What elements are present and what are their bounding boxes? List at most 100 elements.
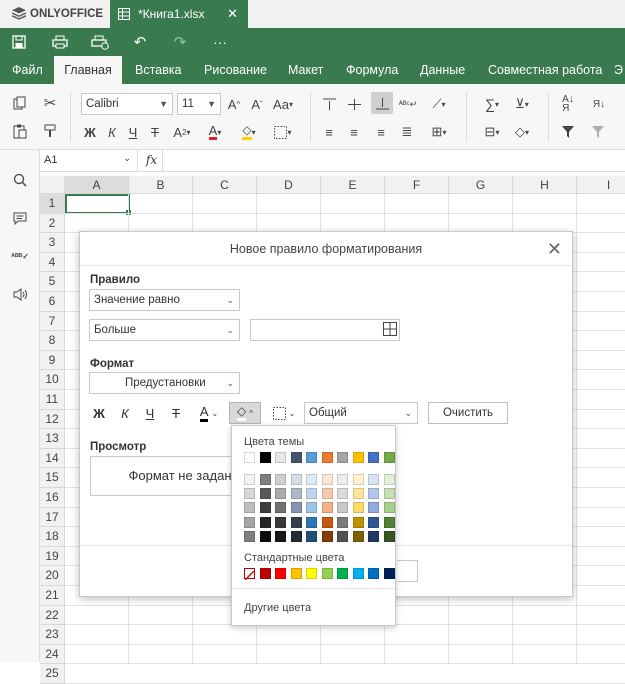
insert-function-icon[interactable]: fx xyxy=(141,150,163,171)
theme-color-swatch[interactable] xyxy=(383,452,395,463)
more-colors-item[interactable]: Другие цвета xyxy=(244,602,311,614)
row-header[interactable]: 24 xyxy=(40,644,65,665)
row-header[interactable]: 19 xyxy=(40,546,65,567)
presets-combo[interactable]: Предустановки ⌄ xyxy=(89,372,240,394)
column-header[interactable]: I xyxy=(577,176,625,194)
align-top-icon[interactable] xyxy=(321,94,337,114)
theme-shade-swatch[interactable] xyxy=(244,488,255,500)
theme-color-swatch[interactable] xyxy=(352,452,364,463)
redo-icon[interactable]: ↷ xyxy=(170,33,190,51)
merge-cells-icon[interactable]: ⊞ ▾ xyxy=(425,122,453,142)
increase-font-icon[interactable]: A ^ xyxy=(226,94,242,114)
bold-icon[interactable]: Ж xyxy=(82,122,98,142)
comments-icon[interactable] xyxy=(10,208,30,228)
row-header[interactable]: 25 xyxy=(40,664,65,684)
theme-shade-swatch[interactable] xyxy=(383,530,395,542)
standard-color-swatch[interactable] xyxy=(321,568,333,579)
theme-shade-swatch[interactable] xyxy=(321,516,333,528)
borders-icon[interactable]: ▾ xyxy=(270,122,296,142)
theme-shade-swatch[interactable] xyxy=(275,530,286,542)
underline-icon[interactable]: Ч xyxy=(142,402,158,424)
condition-combo[interactable]: Больше ⌄ xyxy=(89,319,240,341)
selected-cell[interactable] xyxy=(65,194,130,214)
theme-shade-swatch[interactable] xyxy=(275,502,286,514)
theme-shade-swatch[interactable] xyxy=(290,530,302,542)
standard-color-swatch[interactable] xyxy=(352,568,364,579)
theme-shade-swatch[interactable] xyxy=(259,516,271,528)
close-tab-icon[interactable]: ✕ xyxy=(227,6,238,22)
theme-shade-swatch[interactable] xyxy=(321,488,333,500)
fill-color-icon[interactable]: ◇ ^ xyxy=(229,402,261,424)
theme-shade-swatch[interactable] xyxy=(368,516,379,528)
speaker-icon[interactable] xyxy=(10,284,30,304)
theme-color-swatch[interactable] xyxy=(306,452,317,463)
strikethrough-icon[interactable]: Т xyxy=(147,122,163,142)
theme-shade-swatch[interactable] xyxy=(337,516,348,528)
theme-color-swatch[interactable] xyxy=(368,452,379,463)
column-header[interactable]: B xyxy=(129,176,193,194)
number-format-combo[interactable]: Общий ⌄ xyxy=(304,402,418,424)
align-middle-icon[interactable] xyxy=(346,94,362,114)
font-color-icon[interactable]: A ▾ xyxy=(202,122,228,142)
italic-icon[interactable]: К xyxy=(104,122,120,142)
decrease-font-icon[interactable]: Aˇ xyxy=(249,94,265,114)
theme-shade-swatch[interactable] xyxy=(337,474,348,485)
menu-draw[interactable]: Рисование xyxy=(204,56,267,84)
row-header[interactable]: 9 xyxy=(40,350,65,371)
cut-icon[interactable]: ✂ xyxy=(40,93,60,113)
theme-shade-swatch[interactable] xyxy=(259,488,271,500)
theme-shade-swatch[interactable] xyxy=(290,502,302,514)
menu-view[interactable]: Э xyxy=(614,56,623,84)
footer-button-partial[interactable] xyxy=(397,560,418,582)
theme-shade-swatch[interactable] xyxy=(259,530,271,542)
undo-icon[interactable]: ↶ xyxy=(130,33,150,51)
theme-shade-swatch[interactable] xyxy=(337,488,348,500)
bold-icon[interactable]: Ж xyxy=(91,402,107,424)
row-header[interactable]: 12 xyxy=(40,409,65,430)
column-header[interactable]: A xyxy=(65,176,129,194)
theme-shade-swatch[interactable] xyxy=(290,488,302,500)
row-header[interactable]: 17 xyxy=(40,507,65,528)
theme-shade-swatch[interactable] xyxy=(352,488,364,500)
column-header[interactable]: F xyxy=(385,176,449,194)
row-header[interactable]: 11 xyxy=(40,390,65,410)
theme-shade-swatch[interactable] xyxy=(321,502,333,514)
align-bottom-icon[interactable] xyxy=(371,92,393,114)
standard-color-swatch[interactable] xyxy=(337,568,348,579)
theme-shade-swatch[interactable] xyxy=(352,502,364,514)
font-color-icon[interactable]: A ⌄ xyxy=(194,402,224,424)
theme-color-swatch[interactable] xyxy=(321,452,333,463)
more-icon[interactable]: ··· xyxy=(210,33,230,51)
column-header[interactable]: H xyxy=(513,176,577,194)
row-header[interactable]: 8 xyxy=(40,331,65,351)
row-header[interactable]: 23 xyxy=(40,625,65,645)
select-all-corner[interactable] xyxy=(40,176,65,194)
theme-color-swatch[interactable] xyxy=(337,452,348,463)
column-header[interactable]: G xyxy=(449,176,513,194)
column-header[interactable]: D xyxy=(257,176,321,194)
standard-color-swatch[interactable] xyxy=(275,568,286,579)
theme-shade-swatch[interactable] xyxy=(383,474,395,485)
theme-shade-swatch[interactable] xyxy=(306,474,317,485)
document-tab[interactable]: *Книга1.xlsx ✕ xyxy=(110,0,248,28)
theme-color-swatch[interactable] xyxy=(259,452,271,463)
theme-shade-swatch[interactable] xyxy=(275,516,286,528)
theme-shade-swatch[interactable] xyxy=(368,530,379,542)
row-header[interactable]: 5 xyxy=(40,272,65,292)
theme-shade-swatch[interactable] xyxy=(337,502,348,514)
close-icon[interactable]: ✕ xyxy=(547,239,562,260)
menu-layout[interactable]: Макет xyxy=(288,56,323,84)
menu-insert[interactable]: Вставка xyxy=(135,56,181,84)
align-left-icon[interactable]: ≡ xyxy=(321,122,337,142)
row-header[interactable]: 18 xyxy=(40,527,65,547)
font-size-combo[interactable]: 11 ▼ xyxy=(177,93,221,115)
print-icon[interactable] xyxy=(50,33,70,51)
standard-color-swatch[interactable] xyxy=(383,568,395,579)
theme-shade-swatch[interactable] xyxy=(244,474,255,485)
sort-ascending-icon[interactable]: A↓ Я xyxy=(559,94,577,114)
quick-print-icon[interactable] xyxy=(90,33,110,51)
theme-shade-swatch[interactable] xyxy=(368,474,379,485)
theme-shade-swatch[interactable] xyxy=(306,502,317,514)
row-header[interactable]: 6 xyxy=(40,292,65,312)
theme-shade-swatch[interactable] xyxy=(244,516,255,528)
